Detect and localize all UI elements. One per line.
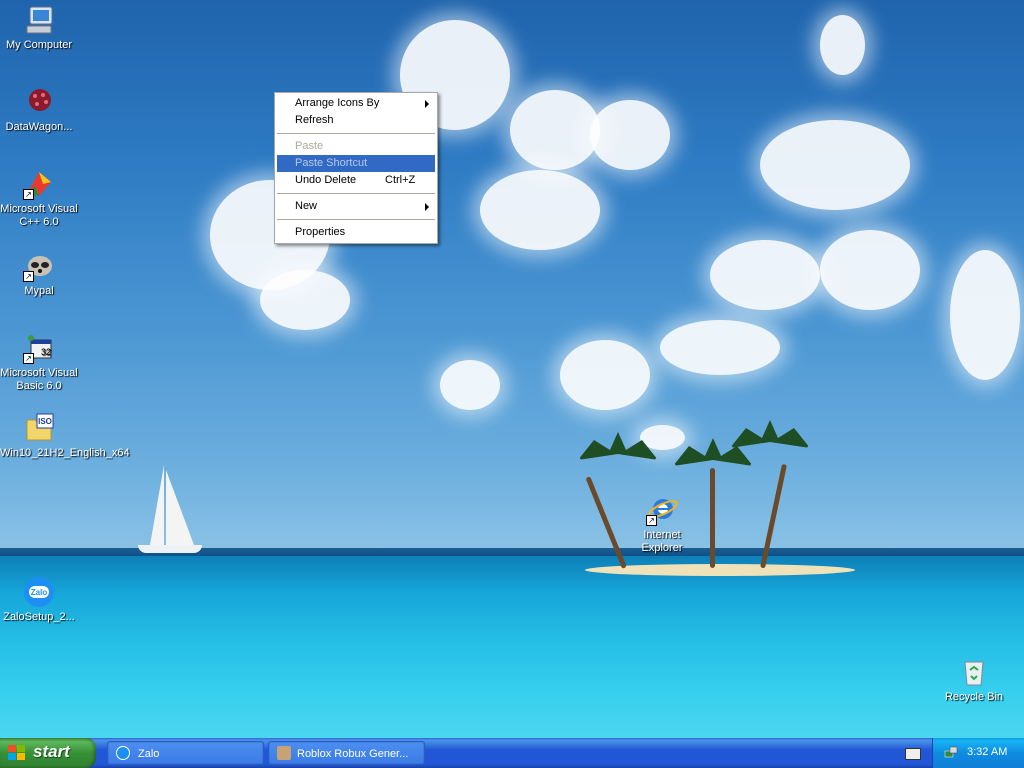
menu-separator — [277, 219, 435, 220]
wallpaper-cloud — [480, 170, 600, 250]
shortcut-arrow-icon: ↗ — [646, 515, 657, 526]
desktop-icon-label: Internet Explorer — [641, 529, 683, 554]
clock[interactable]: 3:32 AM — [967, 746, 1007, 758]
system-tray: 3:32 AM — [932, 738, 1024, 768]
desktop-icon-zalo-setup[interactable]: Zalo ZaloSetup_2... — [0, 576, 78, 624]
desktop-icon-label: Microsoft Visual Basic 6.0 — [0, 367, 78, 392]
taskbar-button-label: Zalo — [138, 748, 160, 760]
shortcut-arrow-icon: ↗ — [23, 271, 34, 282]
zalo-setup-icon: Zalo — [23, 576, 55, 608]
menu-item-label: Arrange Icons By — [295, 97, 380, 109]
menu-item-label: Paste Shortcut — [295, 157, 368, 169]
iso-file-icon: ISO — [23, 412, 55, 444]
wallpaper-sea — [0, 556, 1024, 738]
submenu-arrow-icon — [425, 203, 429, 211]
wallpaper-cloud — [440, 360, 500, 410]
desktop-icon-my-computer[interactable]: My Computer — [0, 4, 78, 52]
wallpaper-cloud — [710, 240, 820, 310]
shortcut-arrow-icon: ↗ — [23, 353, 34, 364]
submenu-arrow-icon — [425, 100, 429, 108]
zalo-icon — [116, 746, 130, 760]
wallpaper-cloud — [560, 340, 650, 410]
visual-cpp-icon: ↗ — [23, 168, 55, 200]
menu-item-shortcut: Ctrl+Z — [385, 174, 416, 186]
menu-item-paste-shortcut[interactable]: Paste Shortcut — [277, 155, 435, 172]
desktop-icon-label: Win10_21H2_English_x64 — [0, 447, 130, 459]
desktop-icon-datawagon[interactable]: DataWagon... — [0, 86, 78, 134]
start-button[interactable]: start — [0, 738, 96, 768]
menu-item-new[interactable]: New — [277, 198, 435, 215]
desktop-icon-recycle-bin[interactable]: Recycle Bin — [935, 656, 1013, 704]
datawagon-icon — [23, 86, 55, 118]
menu-item-label: New — [295, 200, 318, 212]
menu-separator — [277, 193, 435, 194]
menu-item-label: Refresh — [295, 114, 334, 126]
roblox-icon — [277, 746, 291, 760]
menu-separator — [277, 133, 435, 134]
wallpaper-cloud — [760, 120, 910, 210]
menu-item-arrange-icons-by[interactable]: Arrange Icons By — [277, 95, 435, 112]
desktop-icon-label: Mypal — [24, 285, 54, 297]
taskbar-button-zalo[interactable]: Zalo — [107, 741, 264, 765]
desktop-icon-label: Microsoft Visual C++ 6.0 — [0, 203, 78, 228]
menu-item-label: Paste — [295, 140, 324, 152]
taskbar: start Zalo Roblox Robux Gener... 3:32 AM — [0, 738, 1024, 768]
my-computer-icon — [23, 4, 55, 36]
menu-item-paste[interactable]: Paste — [277, 138, 435, 155]
taskbar-button-label: Roblox Robux Gener... — [297, 748, 409, 760]
wallpaper-cloud — [660, 320, 780, 375]
network-icon[interactable] — [943, 745, 959, 761]
desktop-icon-internet-explorer[interactable]: ↗ Internet Explorer — [623, 494, 701, 555]
recycle-bin-icon — [958, 656, 990, 688]
mypal-icon: ↗ — [23, 250, 55, 282]
desktop-wallpaper[interactable]: My Computer DataWagon... ↗ Microsoft Vis… — [0, 0, 1024, 738]
wallpaper-cloud — [260, 270, 350, 330]
windows-logo-icon — [8, 745, 26, 761]
keyboard-layout-icon[interactable] — [905, 748, 921, 760]
desktop-icon-visual-basic[interactable]: 32 ↗ Microsoft Visual Basic 6.0 — [0, 332, 78, 393]
desktop-icon-label: DataWagon... — [5, 121, 73, 133]
start-label: start — [33, 742, 70, 761]
palm-trunk — [710, 468, 715, 568]
menu-item-refresh[interactable]: Refresh — [277, 112, 435, 129]
wallpaper-cloud — [820, 230, 920, 310]
shortcut-arrow-icon: ↗ — [23, 189, 34, 200]
desktop-icon-label: ZaloSetup_2... — [3, 611, 75, 623]
menu-item-undo-delete[interactable]: Undo Delete Ctrl+Z — [277, 172, 435, 189]
wallpaper-cloud — [950, 250, 1020, 380]
sailboat-hull — [138, 545, 202, 553]
menu-item-properties[interactable]: Properties — [277, 224, 435, 241]
wallpaper-cloud — [590, 100, 670, 170]
desktop-icon-label: My Computer — [5, 39, 73, 51]
wallpaper-cloud — [510, 90, 600, 170]
wallpaper-cloud — [820, 15, 865, 75]
svg-text:32: 32 — [41, 347, 51, 357]
zalo-badge-label: Zalo — [30, 588, 48, 597]
taskbar-button-roblox[interactable]: Roblox Robux Gener... — [268, 741, 425, 765]
visual-basic-icon: 32 ↗ — [23, 332, 55, 364]
menu-item-label: Undo Delete — [295, 174, 357, 186]
iso-badge-label: ISO — [38, 417, 52, 426]
desktop-icon-mypal[interactable]: ↗ Mypal — [0, 250, 78, 298]
desktop-icon-label: Recycle Bin — [944, 691, 1004, 703]
desktop-context-menu: Arrange Icons By Refresh Paste Paste Sho… — [274, 92, 438, 244]
desktop-icon-iso-file[interactable]: ISO Win10_21H2_English_x64 — [0, 412, 130, 460]
internet-explorer-icon: ↗ — [646, 494, 678, 526]
desktop-icon-visual-cpp[interactable]: ↗ Microsoft Visual C++ 6.0 — [0, 168, 78, 229]
menu-item-label: Properties — [295, 226, 346, 238]
